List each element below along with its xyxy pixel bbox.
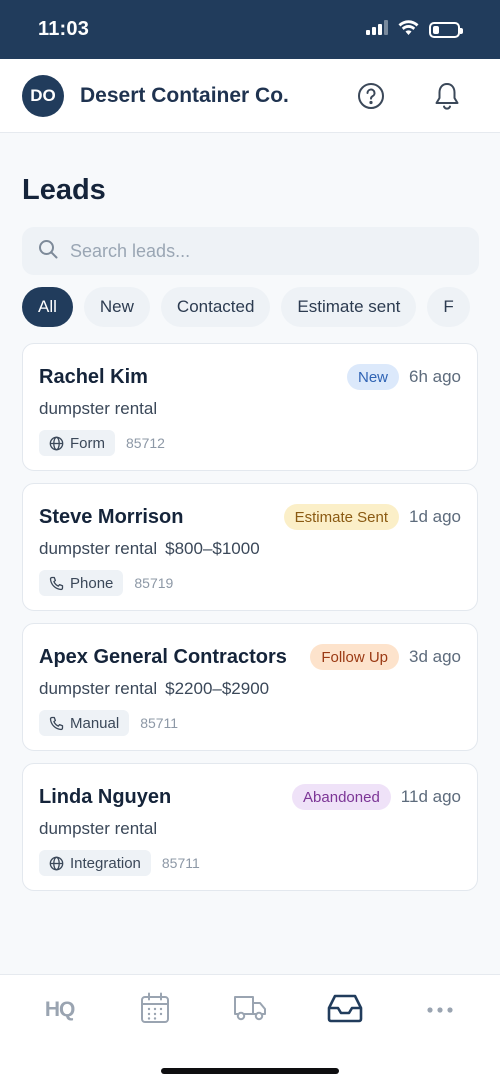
lead-service-line: dumpster rental: [39, 399, 461, 421]
signal-icon: [366, 19, 388, 40]
status-badge: New: [346, 364, 399, 390]
lead-time: 1d ago: [409, 507, 461, 526]
search-input[interactable]: [70, 240, 450, 262]
lead-service: dumpster rental: [39, 399, 158, 418]
status-icons: [366, 19, 463, 40]
nav-more[interactable]: [410, 990, 470, 1030]
help-icon[interactable]: [356, 81, 386, 111]
filter-chip[interactable]: Estimate sent: [281, 287, 417, 327]
avatar[interactable]: DO: [22, 74, 64, 117]
status-badge: Abandoned: [292, 784, 391, 810]
nav-hq[interactable]: HQ: [30, 990, 90, 1030]
battery-icon: [429, 21, 463, 38]
lead-time: 11d ago: [400, 787, 461, 806]
lead-zip: 85711: [161, 855, 200, 871]
source-tag: Phone: [39, 570, 124, 596]
battery-level: [433, 25, 439, 34]
calendar-icon: [140, 992, 170, 1029]
lead-service: dumpster rental: [39, 679, 158, 698]
status-badge: Follow Up: [310, 644, 399, 670]
app-header: DO Desert Container Co.: [0, 59, 500, 133]
globe-icon: [49, 436, 64, 451]
lead-name: Rachel Kim: [39, 365, 148, 388]
lead-card[interactable]: Linda Nguyen Abandoned 11d ago dumpster ren…: [22, 763, 478, 891]
page-title: Leads: [22, 174, 106, 206]
search-icon: [38, 239, 58, 264]
lead-service-line: dumpster rental $800–$1000: [39, 539, 461, 561]
more-icon: [426, 1001, 454, 1019]
lead-service: dumpster rental: [39, 539, 158, 558]
truck-icon: [233, 994, 267, 1027]
filter-chip[interactable]: New: [83, 287, 150, 327]
home-indicator: [161, 1068, 339, 1074]
lead-name: Apex General Contractors: [39, 645, 287, 668]
source-tag: Form: [39, 430, 115, 456]
status-badge: Estimate Sent: [283, 504, 399, 530]
lead-zip: 85711: [140, 715, 179, 731]
nav-inbox[interactable]: [315, 990, 375, 1030]
status-time: 11:03: [38, 18, 90, 40]
lead-service-line: dumpster rental: [39, 819, 461, 841]
inbox-icon: [327, 993, 363, 1028]
lead-card[interactable]: Rachel Kim New 6h ago dumpster rental Form 85…: [22, 343, 478, 471]
lead-time: 3d ago: [409, 647, 461, 666]
source-label: Form: [70, 434, 105, 452]
filter-chip[interactable]: All: [22, 287, 73, 327]
lead-card[interactable]: Steve Morrison Estimate Sent 1d ago dumpste…: [22, 483, 478, 611]
lead-name: Linda Nguyen: [39, 785, 172, 808]
nav-truck[interactable]: [220, 990, 280, 1030]
bottom-nav: HQ: [0, 974, 500, 1083]
lead-service: dumpster rental: [39, 819, 158, 838]
nav-calendar[interactable]: [125, 990, 185, 1030]
source-tag: Manual: [39, 710, 130, 736]
source-tag: Integration: [39, 850, 151, 876]
phone-icon: [49, 716, 64, 731]
globe-icon: [49, 856, 64, 871]
wifi-icon: [398, 19, 419, 40]
source-label: Manual: [70, 714, 120, 732]
lead-zip: 85719: [134, 575, 174, 591]
lead-price: $2200–$2900: [165, 679, 270, 698]
source-label: Integration: [70, 854, 141, 872]
filter-chip[interactable]: F: [427, 287, 470, 327]
hq-text-icon: HQ: [44, 998, 75, 1021]
lead-time: 6h ago: [409, 367, 461, 386]
source-label: Phone: [70, 574, 114, 592]
lead-name: Steve Morrison: [39, 505, 184, 528]
filter-chips: All New Contacted Estimate sent F: [22, 287, 500, 327]
lead-price: $800–$1000: [165, 539, 260, 558]
status-bar: 11:03: [0, 0, 500, 59]
lead-list: Rachel Kim New 6h ago dumpster rental Form 85…: [22, 343, 478, 903]
lead-zip: 85712: [126, 435, 165, 451]
company-name[interactable]: Desert Container Co.: [80, 84, 356, 108]
lead-card[interactable]: Apex General Contractors Follow Up 3d ago d…: [22, 623, 478, 751]
search-box[interactable]: [22, 227, 479, 275]
bell-icon[interactable]: [432, 81, 462, 111]
lead-service-line: dumpster rental $2200–$2900: [39, 679, 461, 701]
filter-chip[interactable]: Contacted: [160, 287, 271, 327]
phone-icon: [49, 576, 64, 591]
